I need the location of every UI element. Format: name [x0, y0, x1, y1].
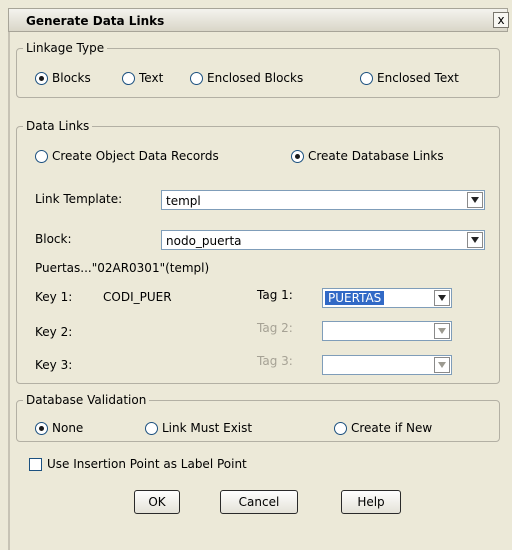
database-validation-legend: Database Validation: [23, 393, 150, 407]
radio-blocks[interactable]: Blocks: [35, 71, 91, 85]
radio-enclosed-blocks-circle[interactable]: [190, 71, 203, 85]
tag-3-select[interactable]: [322, 355, 452, 375]
key-2-label: Key 2:: [35, 325, 73, 339]
radio-link-must-exist-label: Link Must Exist: [162, 421, 253, 435]
radio-create-object-data-records-label: Create Object Data Records: [52, 149, 219, 163]
radio-enclosed-text[interactable]: Enclosed Text: [360, 71, 459, 85]
data-links-group: Data Links Create Object Data Records Cr…: [16, 119, 500, 384]
data-links-legend: Data Links: [23, 119, 93, 133]
link-template-select[interactable]: templ: [161, 190, 485, 210]
tag-1-label: Tag 1:: [257, 288, 293, 302]
dialog-title: Generate Data Links: [26, 14, 165, 28]
chevron-down-icon[interactable]: [434, 290, 450, 306]
radio-text-circle[interactable]: [122, 71, 135, 85]
link-template-label: Link Template:: [35, 192, 123, 206]
insertion-point-checkbox[interactable]: [29, 458, 42, 471]
cancel-button[interactable]: Cancel: [220, 490, 298, 514]
info-text: Puertas..."02AR0301"(templ): [35, 261, 210, 275]
database-validation-group: Database Validation None Link Must Exist…: [16, 393, 500, 442]
help-button[interactable]: Help: [341, 490, 401, 514]
radio-link-must-exist[interactable]: Link Must Exist: [145, 421, 252, 435]
insertion-point-label: Use Insertion Point as Label Point: [47, 457, 247, 471]
radio-enclosed-blocks[interactable]: Enclosed Blocks: [190, 71, 303, 85]
radio-blocks-circle[interactable]: [35, 71, 48, 85]
ok-button[interactable]: OK: [134, 490, 180, 514]
chevron-down-icon[interactable]: [434, 323, 450, 339]
dialog-window: Generate Data Links x Linkage Type Block…: [0, 0, 512, 550]
tag-2-select[interactable]: [322, 321, 452, 341]
linkage-type-group: Linkage Type Blocks Text Enclosed Blocks…: [16, 41, 500, 98]
block-value: nodo_puerta: [166, 234, 242, 248]
radio-create-database-links[interactable]: Create Database Links: [291, 149, 444, 163]
radio-create-database-links-circle[interactable]: [291, 149, 304, 163]
key-1-value: CODI_PUER: [103, 290, 172, 304]
tag-1-select[interactable]: PUERTAS: [322, 288, 452, 308]
radio-none-label: None: [52, 421, 84, 435]
link-template-value: templ: [166, 194, 201, 208]
radio-enclosed-blocks-label: Enclosed Blocks: [207, 71, 304, 85]
chevron-down-icon[interactable]: [467, 232, 483, 248]
radio-none[interactable]: None: [35, 421, 83, 435]
title-bar[interactable]: Generate Data Links x: [8, 8, 509, 32]
radio-create-if-new-label: Create if New: [351, 421, 433, 435]
window-left-edge: [8, 32, 10, 550]
chevron-down-icon[interactable]: [467, 192, 483, 208]
radio-blocks-label: Blocks: [52, 71, 91, 85]
radio-create-if-new[interactable]: Create if New: [334, 421, 432, 435]
radio-enclosed-text-label: Enclosed Text: [377, 71, 459, 85]
key-1-label: Key 1:: [35, 290, 73, 304]
radio-create-if-new-circle[interactable]: [334, 421, 347, 435]
block-label: Block:: [35, 232, 72, 246]
radio-text-label: Text: [139, 71, 164, 85]
key-3-label: Key 3:: [35, 358, 73, 372]
radio-create-database-links-label: Create Database Links: [308, 149, 444, 163]
block-select[interactable]: nodo_puerta: [161, 230, 485, 250]
radio-create-object-data-records[interactable]: Create Object Data Records: [35, 149, 219, 163]
linkage-type-legend: Linkage Type: [23, 41, 108, 55]
close-button[interactable]: x: [493, 12, 509, 28]
chevron-down-icon[interactable]: [434, 357, 450, 373]
radio-text[interactable]: Text: [122, 71, 163, 85]
radio-link-must-exist-circle[interactable]: [145, 421, 158, 435]
tag-2-label: Tag 2:: [257, 321, 293, 335]
radio-enclosed-text-circle[interactable]: [360, 71, 373, 85]
tag-1-value: PUERTAS: [325, 291, 385, 305]
radio-create-object-data-records-circle[interactable]: [35, 149, 48, 163]
radio-none-circle[interactable]: [35, 421, 48, 435]
tag-3-label: Tag 3:: [257, 354, 293, 368]
